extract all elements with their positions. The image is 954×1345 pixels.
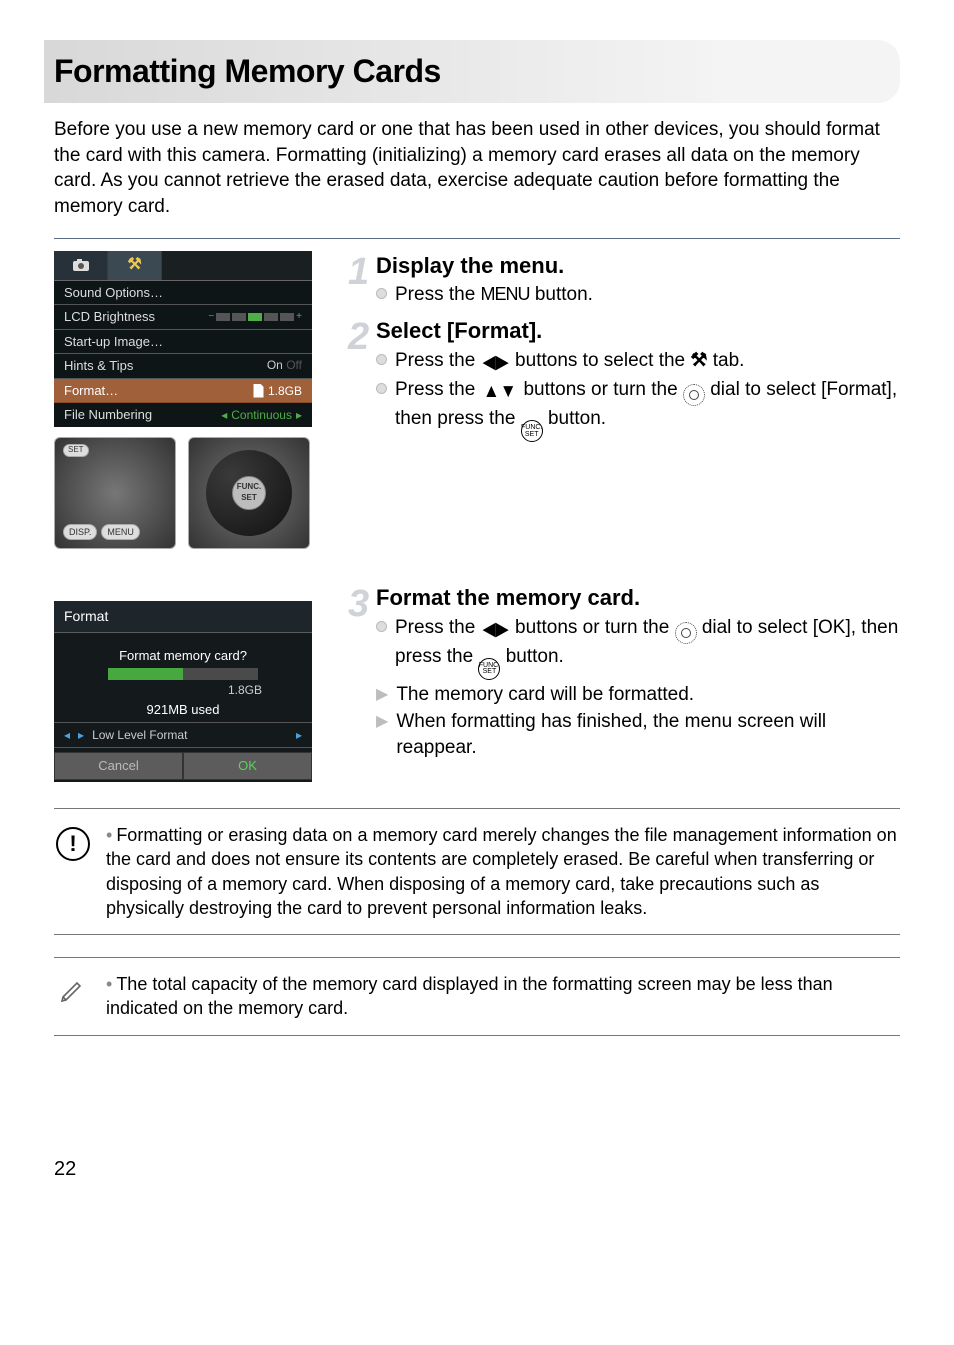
step-result: When formatting has finished, the menu s… [396,709,900,760]
menu-label: LCD Brightness [64,308,155,326]
menu-row-lcd-brightness: LCD Brightness − + [54,305,312,330]
tools-icon: ⚒ [127,254,141,276]
result-arrow-icon: ▶ [376,711,388,760]
tab-setup: ⚒ [108,251,162,280]
divider [54,238,900,239]
dial-icon [683,384,705,406]
menu-row-sound-options: Sound Options… [54,281,312,306]
menu-button: MENU [101,524,140,540]
step-text: Press the ◀▶ buttons or turn the dial to… [395,615,900,680]
step-text: Press the ◀▶ buttons to select the ⚒ tab… [395,348,744,376]
caution-note: ! •Formatting or erasing data on a memor… [54,808,900,935]
page-title: Formatting Memory Cards [54,53,441,89]
note-text: •Formatting or erasing data on a memory … [106,823,898,920]
menu-label: File Numbering [64,406,152,424]
menu-value: 1.8GB [268,383,302,399]
format-dialog-screenshot: Format Format memory card? 1.8GB 921MB u… [54,601,312,782]
menu-row-file-numbering: File Numbering ◂ Continuous ▸ [54,403,312,427]
menu-label: Start-up Image… [64,333,163,351]
camera-controls-illustrations: SET DISP. MENU FUNC. SET [54,437,334,549]
tools-icon: ⚒ [690,348,707,374]
menu-row-format: Format… 1.8GB [54,379,312,404]
disp-button: DISP. [63,524,97,540]
bullet-icon [376,621,387,632]
tab-camera [54,251,108,280]
step-number: 2 [348,312,369,363]
func-set-icon: FUNC.SET [478,658,500,680]
low-level-format-row: ◂ ▸ Low Level Format ▸ [54,722,312,748]
step-number: 3 [348,579,369,630]
pencil-icon [56,972,90,1006]
step-1: 1 Display the menu. Press the MENU butto… [348,251,900,308]
low-level-label: Low Level Format [92,727,187,743]
step-result: The memory card will be formatted. [396,682,694,708]
bullet-icon [376,383,387,394]
step-text: Press the MENU button. [395,282,593,308]
result-arrow-icon: ▶ [376,684,388,708]
tip-note: •The total capacity of the memory card d… [54,957,900,1036]
capacity-bar [108,668,258,680]
step-2: 2 Select [Format]. Press the ◀▶ buttons … [348,316,900,442]
arrow-left-icon: ◂ [64,727,70,743]
left-right-icon: ◀▶ [482,617,508,643]
arrow-right-icon: ▸ [296,727,302,743]
section-heading-bar: Formatting Memory Cards [54,40,900,103]
control-wheel-dial: FUNC. SET [188,437,310,549]
menu-value: ◂ Continuous ▸ [221,406,302,424]
dialog-prompt: Format memory card? [64,647,302,665]
note-text: •The total capacity of the memory card d… [106,972,898,1021]
menu-row-startup-image: Start-up Image… [54,330,312,355]
step-title: Select [Format]. [376,316,900,346]
cancel-button: Cancel [54,752,183,780]
step-title: Display the menu. [376,251,900,281]
menu-value: On [267,358,283,372]
capacity-label: 1.8GB [64,682,302,698]
camera-menu-screenshot: ⚒ Sound Options… LCD Brightness − + Star… [54,251,312,427]
set-label: SET [63,444,89,457]
page-number: 22 [54,1156,900,1183]
dialog-title: Format [54,601,312,633]
bullet-icon [376,288,387,299]
caution-icon: ! [56,827,90,861]
ok-button: OK [183,752,312,780]
intro-paragraph: Before you use a new memory card or one … [54,117,900,220]
left-right-icon: ◀▶ [482,350,508,376]
brightness-bar: − + [208,308,302,326]
menu-label: Sound Options… [64,284,163,302]
step-title: Format the memory card. [376,583,900,613]
up-down-icon: ▲▼ [482,379,516,405]
dial-icon [675,622,697,644]
menu-word-icon: MENU [481,284,530,304]
func-set-button: FUNC. SET [232,476,266,510]
step-text: Press the ▲▼ buttons or turn the dial to… [395,377,900,442]
camera-icon [72,258,90,272]
menu-row-hints-tips: Hints & Tips On Off [54,354,312,379]
sd-card-icon [252,384,264,398]
menu-label: Format… [64,382,118,400]
menu-label: Hints & Tips [64,357,133,375]
step-3: 3 Format the memory card. Press the ◀▶ b… [348,583,900,760]
used-label: 921MB used [64,701,302,719]
bullet-icon [376,354,387,365]
control-wheel-buttons: SET DISP. MENU [54,437,176,549]
func-set-icon: FUNC.SET [521,420,543,442]
step-number: 1 [348,247,369,298]
